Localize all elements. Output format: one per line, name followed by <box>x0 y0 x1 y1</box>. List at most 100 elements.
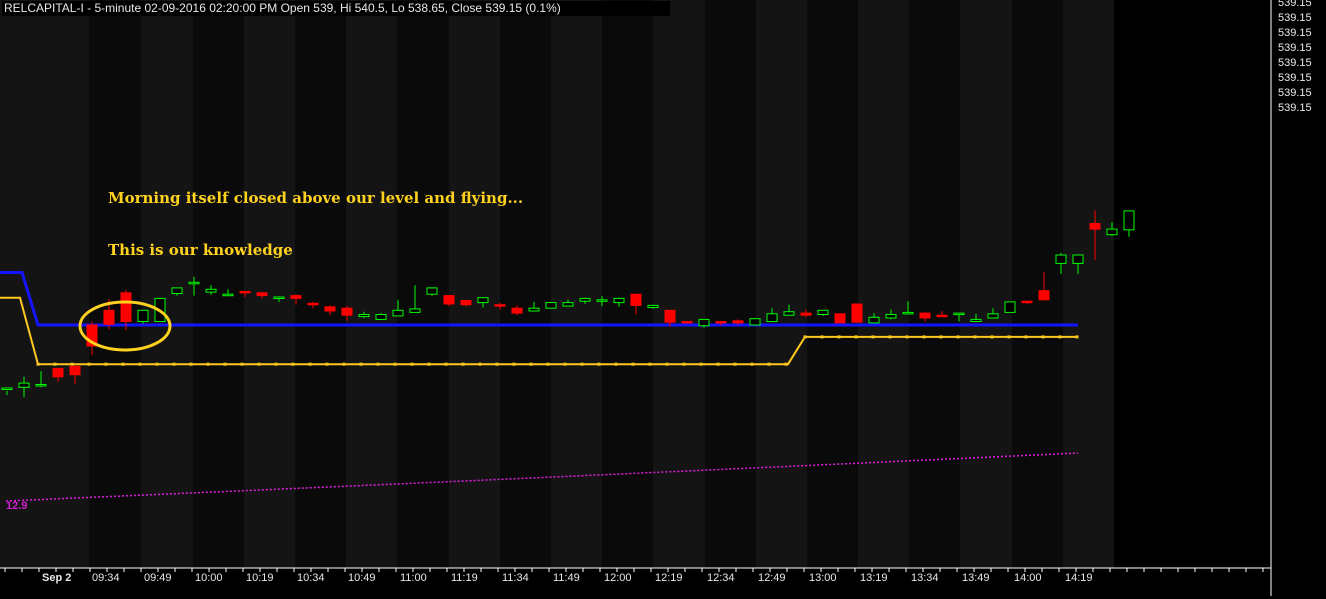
level-dot <box>70 362 74 366</box>
level-dot <box>580 362 584 366</box>
indicator-value: 12.9 <box>6 500 28 512</box>
level-dot <box>393 362 397 366</box>
candle-body <box>936 314 948 318</box>
x-tick-label: 10:00 <box>195 572 223 584</box>
candle <box>1004 301 1016 313</box>
candle-body <box>970 318 982 322</box>
level-dot <box>563 362 567 366</box>
level-dot <box>837 335 841 339</box>
level-dot <box>410 362 414 366</box>
candle-body <box>664 309 676 323</box>
candle-body <box>239 290 251 294</box>
x-tick-label: 11:49 <box>553 572 580 584</box>
level-dot <box>87 362 91 366</box>
price-label: 539.15 <box>1278 42 1312 54</box>
x-tick-label: 12:34 <box>707 572 735 584</box>
level-dot <box>478 362 482 366</box>
candle-body <box>902 311 914 315</box>
level-dot <box>444 362 448 366</box>
candle <box>137 309 149 324</box>
time-band <box>1063 0 1114 568</box>
candle-body <box>562 302 574 307</box>
level-dot <box>665 362 669 366</box>
candle-body <box>1123 210 1135 231</box>
time-band <box>0 0 89 568</box>
candle-body <box>69 365 81 376</box>
price-label: 539.15 <box>1278 87 1312 99</box>
level-dot <box>1041 335 1045 339</box>
candle-body <box>851 303 863 323</box>
candle-body <box>1055 254 1067 264</box>
candle-body <box>341 307 353 316</box>
x-tick-label: 13:19 <box>860 572 888 584</box>
level-dot <box>973 335 977 339</box>
x-tick-label: Sep 2 <box>42 572 72 584</box>
x-tick-label: 13:34 <box>911 572 939 584</box>
candle-body <box>545 302 557 309</box>
level-dot <box>1075 335 1079 339</box>
candle-body <box>1004 301 1016 313</box>
time-band <box>551 0 602 568</box>
time-band <box>89 0 141 568</box>
level-dot <box>990 335 994 339</box>
candle-body <box>18 382 30 388</box>
level-dot <box>716 362 720 366</box>
level-dot <box>529 362 533 366</box>
level-dot <box>427 362 431 366</box>
level-dot <box>121 362 125 366</box>
x-tick-label: 09:34 <box>92 572 120 584</box>
time-band <box>960 0 1012 568</box>
candle-body <box>1038 290 1050 301</box>
x-tick-label: 11:00 <box>400 572 427 584</box>
candle-body <box>188 281 200 285</box>
x-tick-label: 14:00 <box>1014 572 1042 584</box>
candle-body <box>647 304 659 308</box>
level-dot <box>325 362 329 366</box>
price-chart[interactable] <box>0 0 1326 599</box>
candle-body <box>885 314 897 319</box>
time-band <box>1012 0 1063 568</box>
candle-body <box>324 306 336 312</box>
candle-body <box>1072 254 1084 264</box>
time-band <box>500 0 551 568</box>
candle <box>681 321 693 324</box>
candle-body <box>120 292 132 322</box>
time-band <box>244 0 295 568</box>
candle-body <box>579 297 591 302</box>
time-band <box>295 0 346 568</box>
candle-body <box>630 293 642 306</box>
candle-body <box>273 296 285 299</box>
candle-body <box>222 293 234 297</box>
candle-body <box>477 297 489 304</box>
level-dot <box>820 335 824 339</box>
level-dot <box>104 362 108 366</box>
candle-body <box>783 311 795 316</box>
candle-body <box>443 295 455 305</box>
candle <box>851 303 863 323</box>
level-dot <box>750 362 754 366</box>
level-dot <box>888 335 892 339</box>
candle-body <box>1021 300 1033 304</box>
time-band <box>141 0 193 568</box>
level-dot <box>172 362 176 366</box>
time-band <box>653 0 705 568</box>
level-dot <box>155 362 159 366</box>
candle-body <box>715 321 727 324</box>
level-dot <box>512 362 516 366</box>
level-dot <box>257 362 261 366</box>
level-dot <box>206 362 210 366</box>
level-dot <box>631 362 635 366</box>
candle-body <box>35 384 47 387</box>
level-dot <box>614 362 618 366</box>
level-dot <box>461 362 465 366</box>
candle <box>545 301 557 309</box>
candle-body <box>834 313 846 324</box>
level-dot <box>274 362 278 366</box>
price-label: 539.15 <box>1278 0 1312 9</box>
candle-body <box>868 316 880 324</box>
level-dot <box>939 335 943 339</box>
candle-body <box>953 312 965 316</box>
time-band <box>193 0 244 568</box>
x-tick-label: 12:49 <box>758 572 786 584</box>
level-dot <box>733 362 737 366</box>
